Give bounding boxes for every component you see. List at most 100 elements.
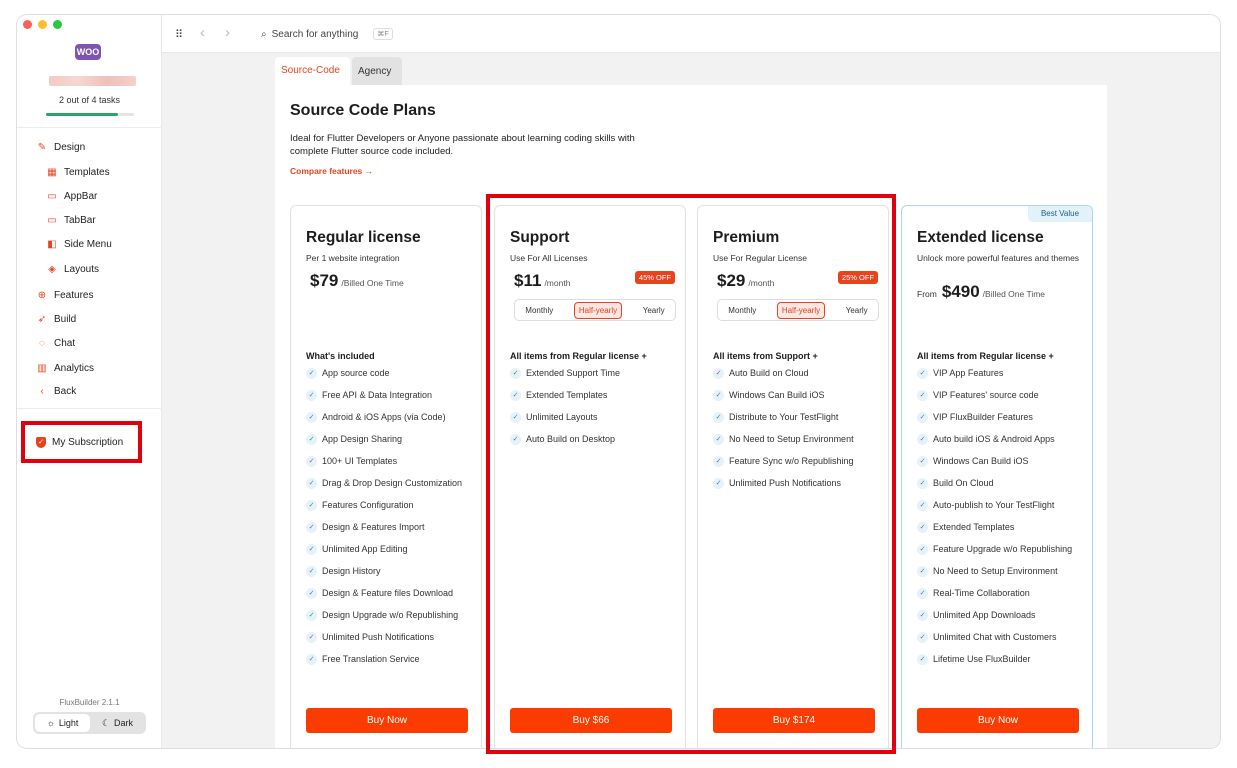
check-icon: ✓ xyxy=(917,434,928,445)
plan-subtitle: Unlock more powerful features and themes xyxy=(917,253,1080,263)
check-icon: ✓ xyxy=(306,588,317,599)
tab-source-code[interactable]: Source-Code xyxy=(275,57,350,85)
feature-item: ✓ Real-Time Collaboration xyxy=(917,588,1087,599)
chat-icon: ◌ xyxy=(39,338,45,349)
theme-toggle: ☼ Light ☾ Dark xyxy=(33,712,146,734)
check-icon: ✓ xyxy=(917,566,928,577)
back-arrow-icon[interactable]: ‹ xyxy=(200,24,205,41)
sidebar-item-templates[interactable]: ▦ Templates xyxy=(45,167,109,178)
feature-item: ✓ Feature Upgrade w/o Republishing xyxy=(917,544,1087,555)
top-bar: ⠿ ‹ › ⌕ Search for anything ⌘F xyxy=(162,15,1220,53)
check-icon: ✓ xyxy=(306,522,317,533)
plan-card-regular: Regular license Per 1 website integratio… xyxy=(290,205,482,748)
feature-item: ✓ App source code xyxy=(306,368,476,379)
sidebar-item-features[interactable]: ⊕ Features xyxy=(35,290,94,301)
feature-item: ✓ Drag & Drop Design Customization xyxy=(306,478,476,489)
feature-item: ✓ Free API & Data Integration xyxy=(306,390,476,401)
shortcut-hint: ⌘F xyxy=(373,28,393,40)
features-heading: All items from Regular license + xyxy=(917,351,1054,361)
light-theme-button[interactable]: ☼ Light xyxy=(35,714,90,732)
feature-item: ✓ Extended Templates xyxy=(917,522,1087,533)
divider xyxy=(17,408,162,409)
check-icon: ✓ xyxy=(306,412,317,423)
sidebar-item-tabbar[interactable]: ▭ TabBar xyxy=(45,215,95,226)
check-icon: ✓ xyxy=(306,632,317,643)
feature-item: ✓ App Design Sharing xyxy=(306,434,476,445)
check-icon: ✓ xyxy=(306,434,317,445)
search-bar[interactable]: ⌕ Search for anything ⌘F xyxy=(261,28,393,40)
sidebar-item-build[interactable]: ➶ Build xyxy=(35,314,76,325)
sidebar-item-appbar[interactable]: ▭ AppBar xyxy=(45,191,97,202)
apps-grid-icon[interactable]: ⠿ xyxy=(175,28,183,41)
sun-icon: ☼ xyxy=(46,718,55,728)
check-icon: ✓ xyxy=(917,412,928,423)
zoom-window-button[interactable] xyxy=(53,20,62,29)
check-icon: ✓ xyxy=(306,610,317,621)
feature-item: ✓ Unlimited App Editing xyxy=(306,544,476,555)
close-window-button[interactable] xyxy=(23,20,32,29)
feature-item: ✓ Design & Feature files Download xyxy=(306,588,476,599)
app-version: FluxBuilder 2.1.1 xyxy=(59,698,120,707)
check-icon: ✓ xyxy=(306,478,317,489)
feature-item: ✓ Lifetime Use FluxBuilder xyxy=(917,654,1087,665)
layers-icon: ◈ xyxy=(48,264,56,275)
check-icon: ✓ xyxy=(917,610,928,621)
feature-item: ✓ No Need to Setup Environment xyxy=(917,566,1087,577)
plan-card-extended: Best Value Extended license Unlock more … xyxy=(901,205,1093,748)
highlight-box xyxy=(21,421,142,463)
check-icon: ✓ xyxy=(917,456,928,467)
plan-subtitle: Per 1 website integration xyxy=(306,253,400,263)
dark-theme-button[interactable]: ☾ Dark xyxy=(91,714,144,732)
plan-price: $79 /Billed One Time xyxy=(310,271,404,290)
tabbar-icon: ▭ xyxy=(47,215,57,226)
chevron-left-icon: ‹ xyxy=(40,386,44,397)
check-icon: ✓ xyxy=(917,478,928,489)
sidebar: WOO 2 out of 4 tasks ✎ Design ▦ Template… xyxy=(17,15,162,748)
features-heading: What's included xyxy=(306,351,375,361)
sidebar-item-design[interactable]: ✎ Design xyxy=(35,142,85,153)
highlight-box xyxy=(486,194,896,754)
buy-extended-button[interactable]: Buy Now xyxy=(917,708,1079,733)
blurred-project-name xyxy=(49,76,136,86)
tasks-progress-bar xyxy=(46,113,134,116)
sidebar-item-layouts[interactable]: ◈ Layouts xyxy=(45,264,99,275)
pencil-icon: ✎ xyxy=(37,142,47,153)
check-icon: ✓ xyxy=(917,522,928,533)
feature-item: ✓ Design Upgrade w/o Republishing xyxy=(306,610,476,621)
feature-item: ✓ Build On Cloud xyxy=(917,478,1087,489)
check-icon: ✓ xyxy=(306,544,317,555)
buy-regular-button[interactable]: Buy Now xyxy=(306,708,468,733)
check-icon: ✓ xyxy=(917,390,928,401)
feature-item: ✓ VIP Features' source code xyxy=(917,390,1087,401)
compare-features-link[interactable]: Compare features → xyxy=(290,166,373,176)
check-icon: ✓ xyxy=(306,500,317,511)
check-icon: ✓ xyxy=(917,544,928,555)
bar-chart-icon: ▥ xyxy=(37,363,47,374)
page-title: Source Code Plans xyxy=(290,102,436,119)
sidebar-item-back[interactable]: ‹ Back xyxy=(35,386,76,397)
feature-item: ✓ Android & iOS Apps (via Code) xyxy=(306,412,476,423)
feature-list: All items from Regular license + ✓ VIP Ap… xyxy=(917,351,1087,676)
feature-item: ✓ Free Translation Service xyxy=(306,654,476,665)
minimize-window-button[interactable] xyxy=(38,20,47,29)
plus-circle-icon: ⊕ xyxy=(37,290,47,301)
appbar-icon: ▭ xyxy=(47,191,57,202)
tab-agency[interactable]: Agency xyxy=(352,57,402,85)
plan-name: Regular license xyxy=(306,229,421,246)
feature-item: ✓ Auto build iOS & Android Apps xyxy=(917,434,1087,445)
sidebar-item-side-menu[interactable]: ◧ Side Menu xyxy=(45,239,112,250)
feature-item: ✓ 100+ UI Templates xyxy=(306,456,476,467)
check-icon: ✓ xyxy=(306,390,317,401)
check-icon: ✓ xyxy=(917,368,928,379)
check-icon: ✓ xyxy=(306,368,317,379)
feature-item: ✓ Design & Features Import xyxy=(306,522,476,533)
plan-name: Extended license xyxy=(917,229,1044,246)
sidebar-item-analytics[interactable]: ▥ Analytics xyxy=(35,363,94,374)
forward-arrow-icon[interactable]: › xyxy=(225,24,230,41)
feature-item: ✓ Unlimited Push Notifications xyxy=(306,632,476,643)
check-icon: ✓ xyxy=(306,456,317,467)
search-icon: ⌕ xyxy=(261,28,267,40)
divider xyxy=(17,127,162,128)
grid-icon: ▦ xyxy=(47,167,57,178)
sidebar-item-chat[interactable]: ◌ Chat xyxy=(35,338,75,349)
